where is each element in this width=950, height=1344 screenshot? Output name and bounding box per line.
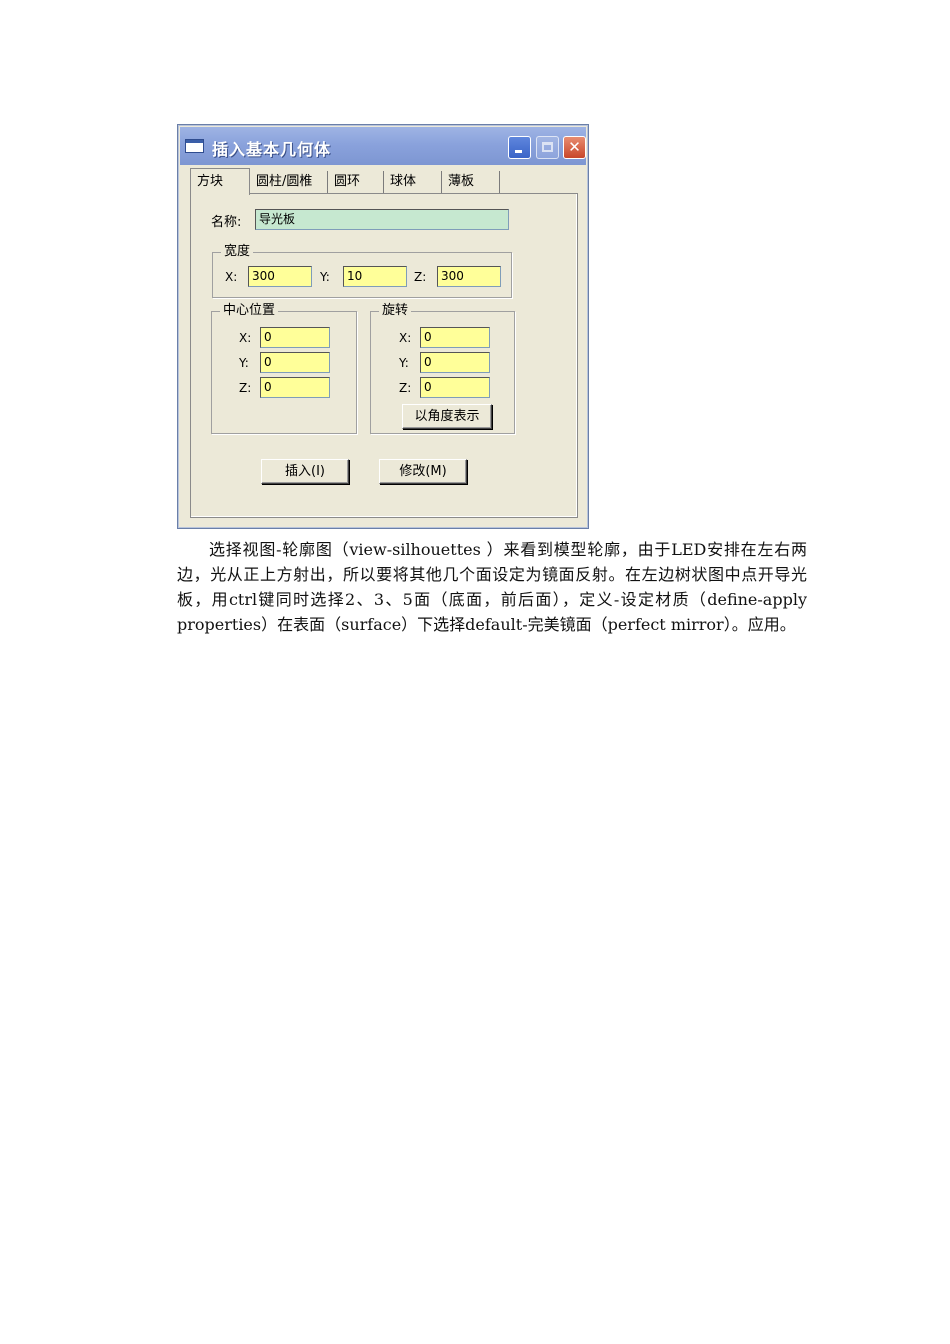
rotation-group: 旋转 X: 0 Y: 0 Z: 0 以角度表示 [370,303,515,434]
width-z-input[interactable]: 300 [437,266,501,287]
width-x-input[interactable]: 300 [248,266,312,287]
tab-thin-plate[interactable]: 薄板 [442,171,500,193]
tab-torus[interactable]: 圆环 [328,171,384,193]
width-group-title: 宽度 [221,244,254,260]
show-in-degrees-button[interactable]: 以角度表示 [402,404,492,429]
rotation-x-input[interactable]: 0 [420,327,490,348]
tab-panel-box: 名称: 导光板 宽度 X: 300 Y: 10 Z: 300 中心位置 X: 0… [190,193,578,518]
tab-sphere[interactable]: 球体 [384,171,442,193]
name-input[interactable]: 导光板 [255,209,509,230]
name-label: 名称: [211,215,242,230]
width-group: 宽度 X: 300 Y: 10 Z: 300 [212,244,512,298]
tab-cylinder-cone[interactable]: 圆柱/圆椎 [250,171,328,193]
width-y-label: Y: [320,270,330,284]
rotation-x-label: X: [399,331,412,345]
maximize-button[interactable] [536,136,559,159]
center-x-label: X: [239,331,252,345]
window-icon [185,139,204,153]
center-z-label: Z: [239,381,252,395]
insert-button[interactable]: 插入(I) [261,459,349,484]
rotation-y-label: Y: [399,356,409,370]
body-paragraph: 选择视图-轮廓图（view-silhouettes ）来看到模型轮廓，由于LED… [177,540,807,634]
width-y-input[interactable]: 10 [343,266,407,287]
close-icon: ✕ [568,138,581,156]
center-z-input[interactable]: 0 [260,377,330,398]
width-x-label: X: [225,270,238,284]
rotation-z-label: Z: [399,381,412,395]
modify-button[interactable]: 修改(M) [379,459,467,484]
minimize-button[interactable] [508,136,531,159]
center-group-title: 中心位置 [220,303,279,319]
title-bar[interactable]: 插入基本几何体 ✕ [180,127,586,165]
dialog-title: 插入基本几何体 [212,140,332,159]
rotation-z-input[interactable]: 0 [420,377,490,398]
width-z-label: Z: [414,270,427,284]
center-x-input[interactable]: 0 [260,327,330,348]
rotation-group-title: 旋转 [379,303,412,319]
rotation-y-input[interactable]: 0 [420,352,490,373]
center-y-input[interactable]: 0 [260,352,330,373]
center-y-label: Y: [239,356,249,370]
minimize-icon [515,150,522,153]
insert-geometry-dialog: 插入基本几何体 ✕ 方块 圆柱/圆椎 圆环 球体 薄板 名称: 导光板 宽度 X… [177,124,589,529]
maximize-icon [542,142,553,152]
close-button[interactable]: ✕ [563,136,586,159]
center-position-group: 中心位置 X: 0 Y: 0 Z: 0 [211,303,357,434]
tab-box[interactable]: 方块 [190,168,250,195]
